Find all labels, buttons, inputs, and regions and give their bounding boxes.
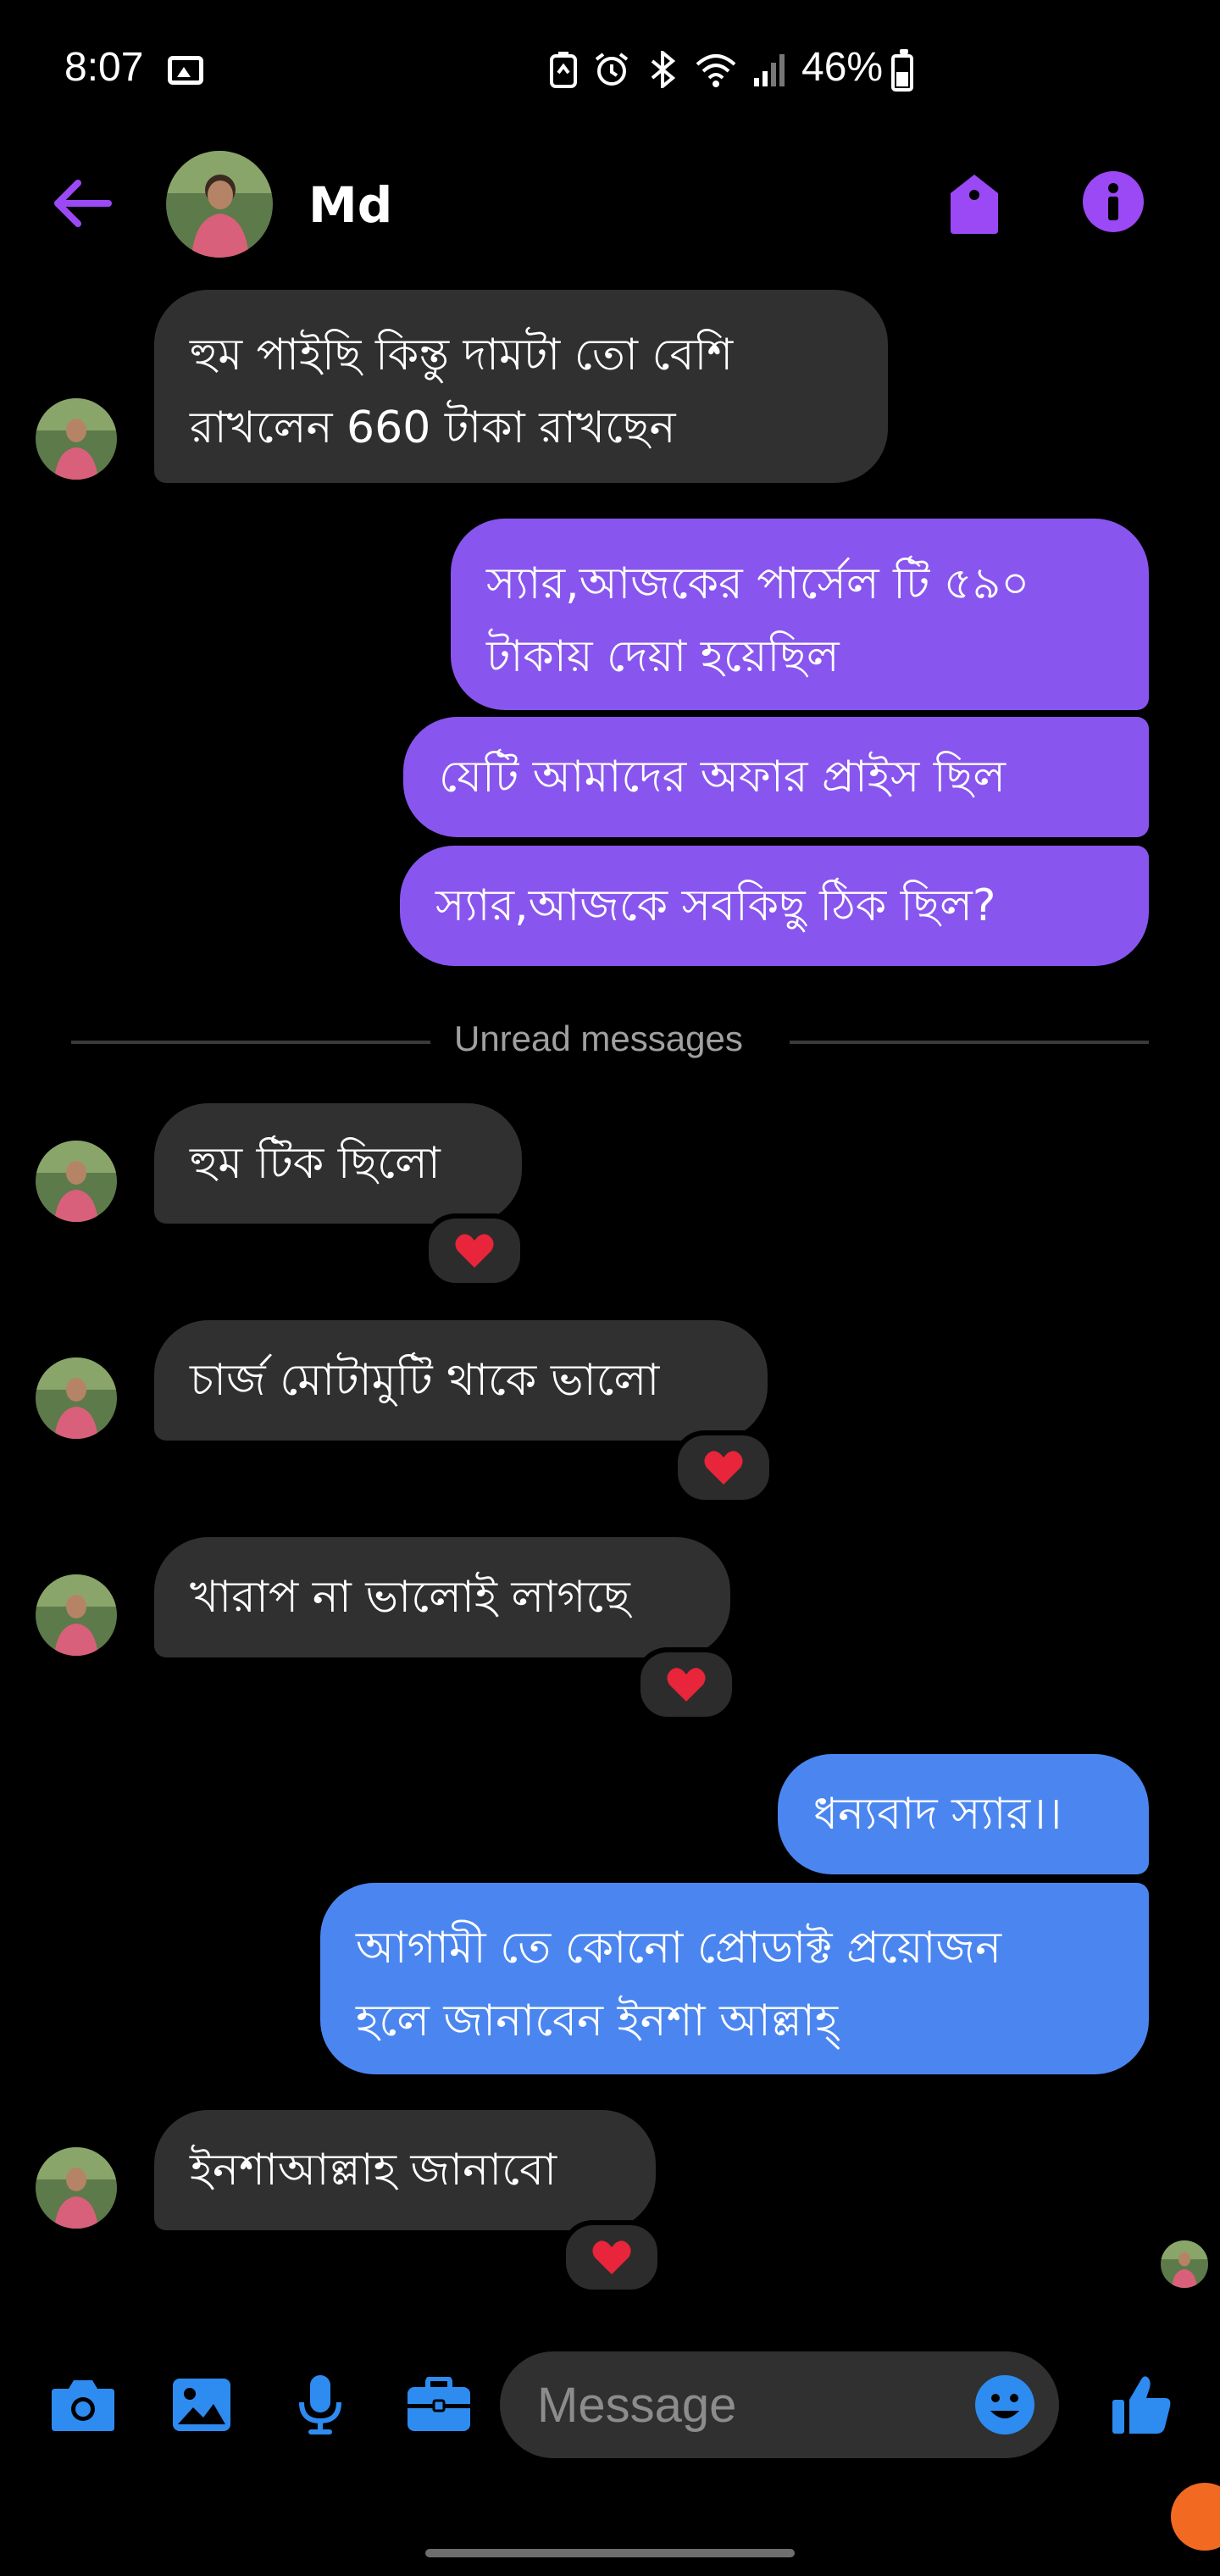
emoji-button[interactable]	[969, 2369, 1040, 2440]
bluetooth-icon	[651, 51, 676, 88]
back-button[interactable]	[47, 169, 115, 237]
microphone-icon	[299, 2375, 341, 2434]
divider-line	[790, 1041, 1149, 1044]
voice-button[interactable]	[285, 2369, 356, 2440]
tag-icon	[951, 175, 998, 234]
sender-avatar[interactable]	[36, 398, 117, 480]
image-icon	[173, 2379, 230, 2431]
home-indicator[interactable]	[425, 2549, 795, 2557]
message-input[interactable]	[535, 2375, 962, 2434]
message-bubble-outgoing[interactable]: স্যার,আজকে সবকিছু ঠিক ছিল?	[400, 846, 1149, 966]
message-bubble-outgoing[interactable]: আগামী তে কোনো প্রোডাক্ট প্রয়োজন হলে জান…	[320, 1883, 1149, 2074]
battery-fill	[896, 72, 908, 86]
message-bubble-incoming[interactable]: ইনশাআল্লাহ জানাবো	[154, 2110, 656, 2230]
sender-avatar[interactable]	[36, 1141, 117, 1222]
contact-name[interactable]: Md	[308, 176, 392, 234]
battery-percent: 46%	[801, 45, 884, 90]
contact-avatar[interactable]	[166, 151, 273, 258]
camera-button[interactable]	[47, 2369, 119, 2440]
arrow-left-icon	[54, 180, 112, 227]
message-bubble-incoming[interactable]: হুম পাইছি কিন্তু দামটা তো বেশি রাখলেন 66…	[154, 290, 888, 483]
tag-button[interactable]	[940, 166, 1008, 242]
message-bubble-incoming[interactable]: হুম টিক ছিলো	[154, 1103, 522, 1224]
battery-saver-icon	[550, 52, 577, 88]
info-icon	[1108, 183, 1118, 220]
read-receipt-avatar	[1161, 2240, 1208, 2288]
like-button[interactable]	[1106, 2369, 1178, 2440]
alarm-icon	[595, 53, 629, 86]
status-icons	[549, 44, 786, 95]
message-bubble-outgoing[interactable]: ধন্যবাদ স্যার।।	[778, 1754, 1149, 1874]
heart-icon	[592, 2240, 631, 2274]
message-bubble-incoming[interactable]: খারাপ না ভালোই লাগছে	[154, 1537, 730, 1657]
message-bubble-incoming[interactable]: চার্জ মোটামুটি থাকে ভালো	[154, 1320, 768, 1441]
status-bar: 8:07 46%	[0, 0, 1220, 144]
briefcase-icon	[408, 2377, 470, 2431]
info-button[interactable]	[1083, 171, 1144, 232]
thumbs-up-icon	[1112, 2376, 1171, 2434]
gallery-icon	[168, 56, 203, 85]
sender-avatar[interactable]	[36, 2147, 117, 2229]
reaction-heart[interactable]	[424, 1213, 525, 1288]
sender-avatar[interactable]	[36, 1574, 117, 1656]
unread-divider-label: Unread messages	[454, 1019, 743, 1058]
reaction-heart[interactable]	[561, 2220, 663, 2295]
wifi-icon	[696, 54, 736, 87]
divider-line	[71, 1041, 430, 1044]
overlay-bubble[interactable]	[1171, 2483, 1220, 2551]
signal-icon	[754, 54, 785, 86]
briefcase-button[interactable]	[403, 2369, 474, 2440]
battery-icon	[891, 49, 913, 92]
status-time: 8:07	[64, 45, 144, 90]
heart-icon	[455, 1234, 494, 1268]
heart-icon	[704, 1451, 743, 1485]
camera-icon	[52, 2380, 114, 2431]
message-bubble-outgoing[interactable]: যেটি আমাদের অফার প্রাইস ছিল	[403, 717, 1149, 837]
emoji-icon	[975, 2375, 1034, 2434]
gallery-button[interactable]	[166, 2369, 237, 2440]
heart-icon	[667, 1668, 706, 1702]
reaction-heart[interactable]	[635, 1647, 737, 1722]
message-bubble-outgoing[interactable]: স্যার,আজকের পার্সেল টি ৫৯০ টাকায় দেয়া …	[451, 519, 1149, 710]
reaction-heart[interactable]	[673, 1430, 774, 1505]
sender-avatar[interactable]	[36, 1357, 117, 1439]
